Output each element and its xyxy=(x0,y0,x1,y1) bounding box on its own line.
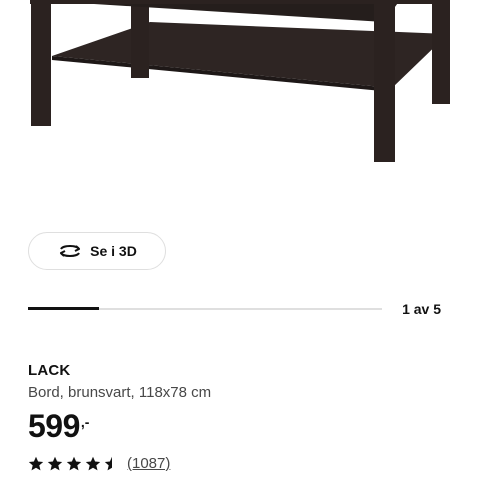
price-amount: 599 xyxy=(28,408,80,444)
star-full-icon xyxy=(47,456,63,470)
product-price: 599 ,- xyxy=(28,407,89,445)
carousel-progress-indicator[interactable] xyxy=(28,307,99,310)
product-page: Se i 3D 1 av 5 LACK Bord, brunsvart, 118… xyxy=(0,0,480,480)
rotate-3d-icon xyxy=(57,241,83,261)
star-half-icon xyxy=(104,456,112,470)
image-carousel-scrollbar[interactable] xyxy=(28,307,382,310)
view-in-3d-label: Se i 3D xyxy=(90,243,137,259)
star-full-icon xyxy=(85,456,101,470)
price-suffix: ,- xyxy=(80,414,90,430)
product-description: Bord, brunsvart, 118x78 cm xyxy=(28,384,212,401)
star-full-icon xyxy=(66,456,82,470)
product-name[interactable]: LACK xyxy=(28,362,70,379)
product-rating[interactable]: (1087) xyxy=(28,455,170,472)
star-full-icon xyxy=(28,456,44,470)
review-count-link[interactable]: (1087) xyxy=(127,455,170,472)
view-in-3d-button[interactable]: Se i 3D xyxy=(28,232,166,270)
carousel-counter: 1 av 5 xyxy=(402,301,441,317)
coffee-table-image[interactable] xyxy=(0,0,480,200)
rating-stars xyxy=(28,456,120,472)
